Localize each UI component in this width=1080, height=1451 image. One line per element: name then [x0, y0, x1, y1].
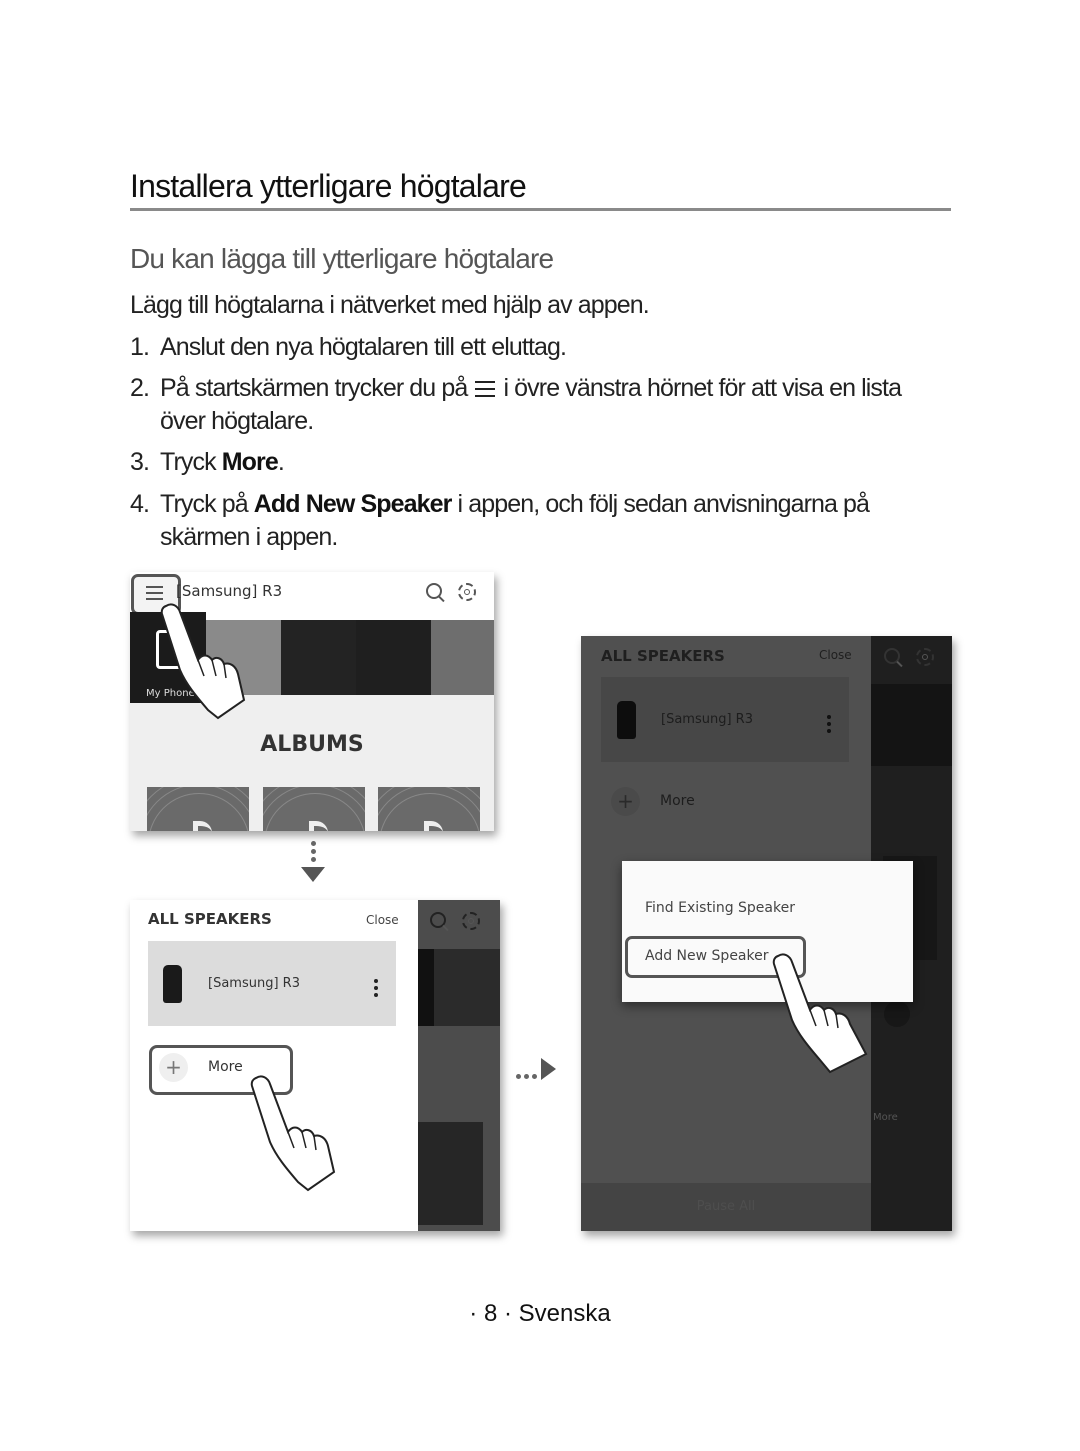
intro-text: Lägg till högtalarna i nätverket med hjä…	[130, 291, 650, 319]
step-text: På startskärmen trycker du på i övre vän…	[160, 372, 940, 438]
source-tile[interactable]	[431, 620, 494, 695]
arrow-right-icon	[541, 1058, 556, 1080]
step-4: 4. Tryck på Add New Speaker i appen, och…	[130, 488, 930, 554]
music-note-icon	[424, 821, 443, 831]
title-divider	[130, 208, 951, 211]
home-screen: [Samsung] R3 My Phone ALBUMS	[130, 572, 494, 831]
search-icon	[430, 912, 446, 928]
speakers-drawer-screen: ALL SPEAKERS Close [Samsung] R3 + More	[130, 900, 500, 1231]
speaker-name: [Samsung] R3	[208, 976, 300, 991]
gear-icon	[916, 648, 934, 666]
speaker-icon	[617, 701, 636, 739]
flow-arrow-dots	[311, 841, 317, 865]
step-number: 1.	[130, 333, 150, 361]
close-button[interactable]: Close	[366, 913, 399, 927]
plus-icon: +	[159, 1053, 188, 1082]
step-text: Anslut den nya högtalaren till ett elutt…	[160, 333, 567, 361]
step-text-part: Tryck på	[160, 490, 254, 518]
step-number: 3.	[130, 448, 150, 476]
tapping-hand-icon	[772, 953, 868, 1074]
drawer-heading: ALL SPEAKERS	[148, 910, 272, 928]
album-thumbnail[interactable]	[378, 787, 480, 831]
plus-icon: +	[611, 787, 640, 816]
more-options-icon[interactable]	[374, 979, 378, 1000]
step-1: 1. Anslut den nya högtalaren till ett el…	[130, 331, 930, 364]
flow-arrow-dots	[516, 1066, 540, 1084]
music-note-icon	[193, 821, 212, 831]
close-button[interactable]: Close	[819, 648, 852, 662]
more-label: More	[208, 1059, 243, 1075]
music-note-icon	[309, 821, 328, 831]
step-text-part: På startskärmen trycker du på	[160, 374, 468, 402]
tapping-hand-icon	[250, 1075, 336, 1192]
gear-icon[interactable]	[458, 583, 476, 601]
source-tile[interactable]	[356, 620, 431, 695]
all-speakers-drawer: ALL SPEAKERS Close [Samsung] R3 + More	[130, 900, 418, 1231]
step-text: Tryck More.	[160, 446, 940, 479]
pause-all-button[interactable]: Pause All	[581, 1183, 871, 1231]
speaker-row[interactable]: [Samsung] R3	[601, 677, 849, 762]
step-3: 3. Tryck More.	[130, 446, 930, 479]
album-thumbnail[interactable]	[263, 787, 365, 831]
background-app	[418, 900, 500, 1231]
device-title: [Samsung] R3	[176, 582, 283, 600]
step-text: Tryck på Add New Speaker i appen, och fö…	[160, 488, 940, 554]
menu-icon	[475, 380, 496, 397]
speaker-icon	[163, 965, 182, 1003]
add-new-speaker-label: Add New Speaker	[645, 948, 769, 964]
arrow-down-icon	[301, 867, 325, 882]
step-keyword: Add New Speaker	[253, 490, 453, 518]
more-options-icon[interactable]	[827, 715, 831, 736]
page-title: Installera ytterligare högtalare	[130, 168, 527, 204]
page-footer: · 8 · Svenska	[469, 1300, 611, 1327]
step-2: 2. På startskärmen trycker du på i övre …	[130, 372, 930, 438]
step-keyword: More	[221, 448, 279, 476]
search-icon[interactable]	[426, 583, 442, 599]
tapping-hand-icon	[160, 603, 246, 720]
step-number: 2.	[130, 374, 150, 402]
albums-heading: ALBUMS	[260, 732, 364, 757]
menu-icon	[146, 586, 163, 588]
step-text-part: Tryck	[160, 448, 222, 476]
search-icon	[884, 648, 900, 664]
gear-icon	[462, 912, 480, 930]
step-number: 4.	[130, 490, 150, 518]
section-subtitle: Du kan lägga till ytterligare högtalare	[130, 243, 554, 274]
album-thumbnail[interactable]	[147, 787, 249, 831]
speaker-name: [Samsung] R3	[661, 712, 753, 727]
speaker-row[interactable]: [Samsung] R3	[148, 941, 396, 1026]
drawer-heading: ALL SPEAKERS	[601, 647, 725, 665]
step-text-part: .	[277, 448, 285, 476]
more-label[interactable]: More	[660, 793, 695, 809]
find-existing-speaker-option[interactable]: Find Existing Speaker	[645, 900, 795, 916]
background-more-label: More	[873, 1112, 898, 1123]
